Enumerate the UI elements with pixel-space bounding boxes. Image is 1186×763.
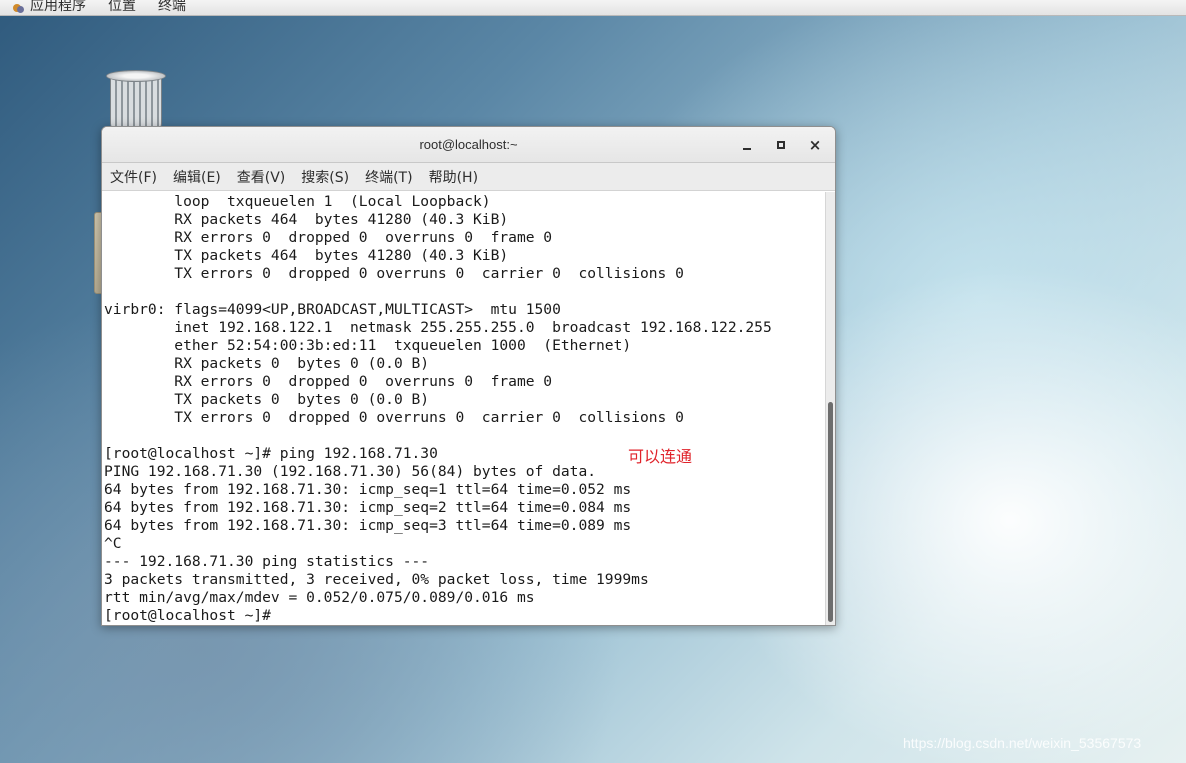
applications-menu[interactable]: 应用程序 (12, 0, 86, 13)
scrollbar-thumb[interactable] (828, 402, 833, 622)
window-controls: × (733, 135, 829, 155)
maximize-button[interactable] (767, 135, 795, 155)
terminal-window: root@localhost:~ × 文件(F) 编辑(E) 查看(V) 搜索(… (101, 126, 836, 626)
terminal-line: 64 bytes from 192.168.71.30: icmp_seq=3 … (104, 517, 632, 534)
terminal-line: TX errors 0 dropped 0 overruns 0 carrier… (104, 409, 684, 426)
menu-help[interactable]: 帮助(H) (429, 165, 478, 189)
menu-terminal[interactable]: 终端(T) (365, 165, 412, 189)
terminal-line: ether 52:54:00:3b:ed:11 txqueuelen 1000 … (104, 337, 632, 354)
window-title: root@localhost:~ (419, 137, 518, 152)
trash-lid (106, 70, 166, 82)
terminal-menu[interactable]: 终端 (158, 0, 186, 13)
watermark-text: https://blog.csdn.net/weixin_53567573 (903, 735, 1142, 751)
terminal-label: 终端 (158, 0, 186, 14)
top-panel: 应用程序 位置 终端 (0, 0, 1186, 16)
terminal-line: virbr0: flags=4099<UP,BROADCAST,MULTICAS… (104, 301, 561, 318)
close-icon: × (808, 136, 822, 154)
title-bar[interactable]: root@localhost:~ × (102, 127, 835, 163)
terminal-line: RX errors 0 dropped 0 overruns 0 frame 0 (104, 229, 553, 246)
menu-bar: 文件(F) 编辑(E) 查看(V) 搜索(S) 终端(T) 帮助(H) (102, 163, 835, 191)
terminal-line: PING 192.168.71.30 (192.168.71.30) 56(84… (104, 463, 597, 480)
terminal-line: 3 packets transmitted, 3 received, 0% pa… (104, 571, 649, 588)
terminal-prompt-line: [root@localhost ~]# (104, 607, 280, 624)
terminal-scrollbar[interactable] (825, 192, 835, 625)
terminal-line: TX packets 0 bytes 0 (0.0 B) (104, 391, 430, 408)
terminal-line: loop txqueuelen 1 (Local Loopback) (104, 193, 491, 210)
trash-icon[interactable] (104, 70, 168, 130)
terminal-line: 64 bytes from 192.168.71.30: icmp_seq=1 … (104, 481, 632, 498)
menu-search[interactable]: 搜索(S) (301, 165, 349, 189)
terminal-line: inet 192.168.122.1 netmask 255.255.255.0… (104, 319, 772, 336)
places-menu[interactable]: 位置 (108, 0, 136, 13)
menu-file[interactable]: 文件(F) (110, 165, 157, 189)
applications-icon (12, 3, 24, 13)
terminal-line: 64 bytes from 192.168.71.30: icmp_seq=2 … (104, 499, 632, 516)
applications-label: 应用程序 (30, 0, 86, 14)
trash-body (110, 78, 162, 130)
terminal-line: RX packets 464 bytes 41280 (40.3 KiB) (104, 211, 509, 228)
minimize-icon (743, 148, 751, 150)
menu-view[interactable]: 查看(V) (237, 165, 286, 189)
menu-edit[interactable]: 编辑(E) (173, 165, 221, 189)
terminal-line: [root@localhost ~]# ping 192.168.71.30 (104, 445, 438, 462)
connectivity-annotation: 可以连通 (628, 447, 693, 466)
terminal-output[interactable]: loop txqueuelen 1 (Local Loopback) RX pa… (102, 192, 826, 625)
terminal-line: ^C (104, 535, 122, 552)
terminal-line: --- 192.168.71.30 ping statistics --- (104, 553, 430, 570)
terminal-line: TX packets 464 bytes 41280 (40.3 KiB) (104, 247, 509, 264)
terminal-line: TX errors 0 dropped 0 overruns 0 carrier… (104, 265, 684, 282)
terminal-line: rtt min/avg/max/mdev = 0.052/0.075/0.089… (104, 589, 535, 606)
terminal-line: RX packets 0 bytes 0 (0.0 B) (104, 355, 430, 372)
minimize-button[interactable] (733, 135, 761, 155)
terminal-lines: loop txqueuelen 1 (Local Loopback) RX pa… (102, 192, 826, 625)
places-label: 位置 (108, 0, 136, 14)
maximize-icon (777, 141, 785, 149)
terminal-line: RX errors 0 dropped 0 overruns 0 frame 0 (104, 373, 553, 390)
close-button[interactable]: × (801, 135, 829, 155)
